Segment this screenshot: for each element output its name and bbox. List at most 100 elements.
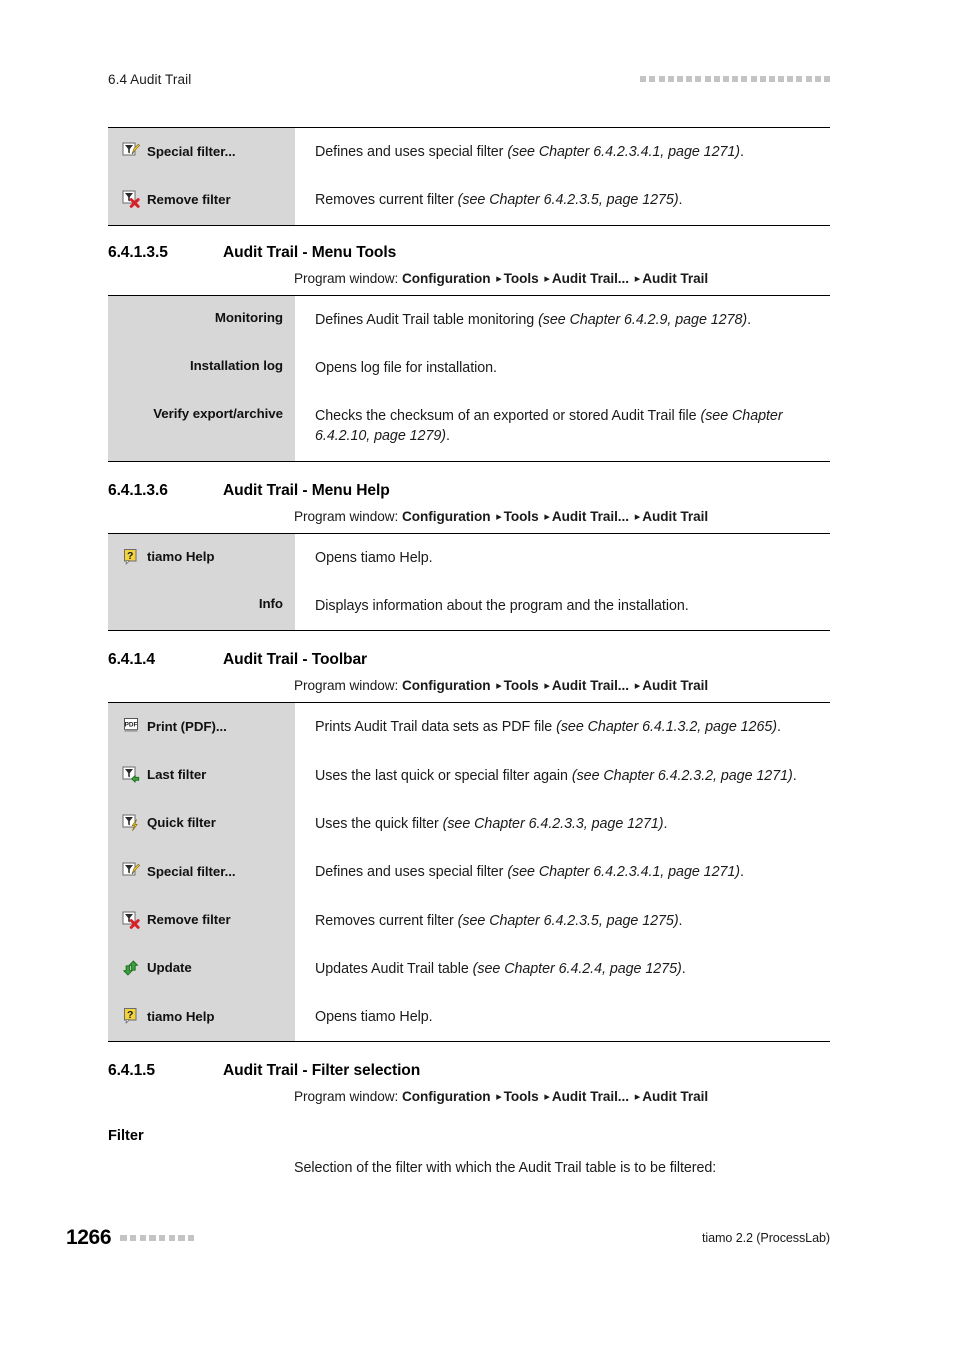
- page-footer: 1266 tiamo 2.2 (ProcessLab): [66, 1226, 830, 1250]
- dot-square: [704, 76, 711, 82]
- row-label-cell: PDF Print (PDF)...: [108, 702, 295, 752]
- row-label-cell: Last filter: [108, 751, 295, 800]
- dot-square: [149, 1234, 156, 1242]
- dot-square: [768, 76, 775, 82]
- breadcrumb-segment: Audit Trail...: [551, 1089, 629, 1105]
- desc-reference: (see Chapter 6.4.2.3.2, page 1271): [571, 767, 793, 784]
- breadcrumb-segment: Audit Trail: [642, 678, 709, 694]
- running-header: 6.4 Audit Trail: [108, 68, 830, 90]
- dot-square: [168, 1234, 176, 1242]
- heading-title: Audit Trail - Menu Tools: [223, 243, 397, 261]
- table-row: Info Displays information about the prog…: [108, 582, 830, 631]
- heading-number: 6.4.1.3.6: [108, 481, 168, 499]
- filter-description: Selection of the filter with which the A…: [294, 1160, 717, 1177]
- table-row: Special filter... Defines and uses speci…: [108, 848, 830, 897]
- breadcrumb-segment: Audit Trail: [642, 508, 709, 524]
- update-icon: [122, 958, 140, 977]
- row-label-cell: Verify export/archive: [108, 392, 295, 462]
- desc-reference: (see Chapter 6.4.2.3.3, page 1271): [442, 815, 664, 832]
- heading-menu-help: 6.4.1.3.6 Audit Trail - Menu Help: [108, 482, 830, 500]
- breadcrumb-segment: Configuration: [402, 678, 491, 694]
- row-label-cell: Special filter...: [108, 127, 295, 177]
- dot-square: [732, 76, 739, 82]
- row-label: Remove filter: [147, 191, 231, 207]
- program-window-path-menu-tools: Program window: Configuration ▸ Tools ▸ Au…: [294, 271, 830, 286]
- svg-text:?: ?: [127, 550, 133, 562]
- breadcrumb-segment: Tools: [503, 678, 539, 694]
- breadcrumb-segment: Audit Trail: [642, 270, 709, 286]
- dot-square: [178, 1234, 185, 1242]
- desc-plain: Updates Audit Trail table: [315, 960, 473, 977]
- desc-reference: (see Chapter 6.4.2.3.5, page 1275): [457, 912, 679, 929]
- breadcrumb-segment: Tools: [503, 270, 539, 286]
- desc-plain: Defines Audit Trail table monitoring: [315, 311, 539, 328]
- table-row: ? tiamo Help Opens tiamo Help.: [108, 533, 830, 583]
- row-label: Installation log: [189, 357, 283, 373]
- breadcrumb-arrow-icon: ▸: [634, 272, 641, 285]
- table-toolbar: PDF Print (PDF)... Prints Audit Trail da…: [108, 702, 830, 1043]
- desc-tail: .: [678, 192, 683, 209]
- breadcrumb-segment: Audit Trail...: [551, 508, 629, 524]
- row-label-cell: ? tiamo Help: [108, 993, 295, 1042]
- breadcrumb-arrow-icon: ▸: [496, 680, 502, 693]
- row-label-cell: Remove filter: [108, 176, 295, 226]
- dot-square: [640, 76, 647, 82]
- program-window-prefix: Program window:: [294, 1089, 402, 1105]
- quick-filter-icon: [122, 813, 140, 832]
- dot-square: [677, 76, 683, 82]
- table-menu-tools: Monitoring Defines Audit Trail table mon…: [108, 294, 830, 462]
- dot-square: [796, 76, 803, 82]
- dot-square: [824, 76, 830, 82]
- desc-tail: .: [740, 144, 744, 160]
- row-description: Removes current filter (see Chapter 6.4.…: [295, 897, 830, 945]
- dot-square: [658, 76, 665, 82]
- desc-plain: Opens tiamo Help.: [315, 1009, 433, 1026]
- breadcrumb-arrow-icon: ▸: [496, 510, 502, 523]
- print-pdf-icon: PDF: [122, 717, 140, 736]
- row-label-cell: ? tiamo Help: [108, 533, 295, 583]
- row-label-cell: Remove filter: [108, 896, 295, 945]
- desc-tail: .: [663, 815, 668, 832]
- table-row: Monitoring Defines Audit Trail table mon…: [108, 295, 830, 344]
- breadcrumb-segment: Audit Trail: [642, 1089, 709, 1105]
- program-window-path-filter-selection: Program window: Configuration ▸ Tools ▸ Au…: [294, 1089, 830, 1104]
- page-content: Special filter... Defines and uses speci…: [108, 118, 830, 1176]
- remove-filter-icon: [122, 190, 140, 209]
- row-label: Special filter...: [147, 143, 236, 159]
- breadcrumb-segment: Audit Trail...: [551, 678, 629, 694]
- last-filter-icon: [122, 765, 140, 784]
- breadcrumb-segment: Audit Trail...: [551, 270, 629, 286]
- desc-plain: Displays information about the program a…: [315, 598, 689, 615]
- breadcrumb-segment: Configuration: [402, 1089, 491, 1105]
- breadcrumb-arrow-icon: ▸: [544, 510, 550, 523]
- special-filter-icon: [122, 862, 140, 881]
- dot-square: [667, 76, 674, 82]
- desc-plain: Uses the last quick or special filter ag…: [315, 767, 572, 784]
- dot-square: [814, 76, 821, 82]
- heading-filter-selection: 6.4.1.5 Audit Trail - Filter selection: [108, 1062, 830, 1080]
- program-window-path-toolbar: Program window: Configuration ▸ Tools ▸ Au…: [294, 678, 830, 693]
- row-description: Uses the last quick or special filter ag…: [295, 752, 830, 800]
- table-row: ? tiamo Help Opens tiamo Help.: [108, 993, 830, 1042]
- dot-square: [695, 76, 702, 82]
- tiamo-help-icon: ?: [122, 547, 140, 566]
- heading-number: 6.4.1.3.5: [108, 243, 168, 261]
- program-window-prefix: Program window:: [294, 270, 402, 286]
- row-label: Monitoring: [214, 309, 283, 325]
- dot-square: [713, 76, 720, 82]
- program-window-prefix: Program window:: [294, 508, 402, 524]
- breadcrumb-segment: Tools: [503, 508, 539, 524]
- row-label: Verify export/archive: [153, 406, 283, 422]
- desc-tail: .: [747, 311, 752, 328]
- heading-title: Audit Trail - Menu Help: [223, 481, 390, 499]
- row-description: Removes current filter (see Chapter 6.4.…: [295, 176, 830, 225]
- dot-square: [158, 1234, 166, 1242]
- row-label-cell: Monitoring: [108, 295, 295, 344]
- svg-text:?: ?: [127, 1009, 133, 1021]
- table-row: Quick filter Uses the quick filter (see …: [108, 799, 830, 849]
- heading-toolbar: 6.4.1.4 Audit Trail - Toolbar: [108, 651, 830, 669]
- desc-plain: Defines and uses special filter: [315, 864, 508, 881]
- row-label-cell: Installation log: [108, 343, 295, 393]
- breadcrumb-arrow-icon: ▸: [634, 1091, 641, 1104]
- row-label: tiamo Help: [147, 1008, 215, 1024]
